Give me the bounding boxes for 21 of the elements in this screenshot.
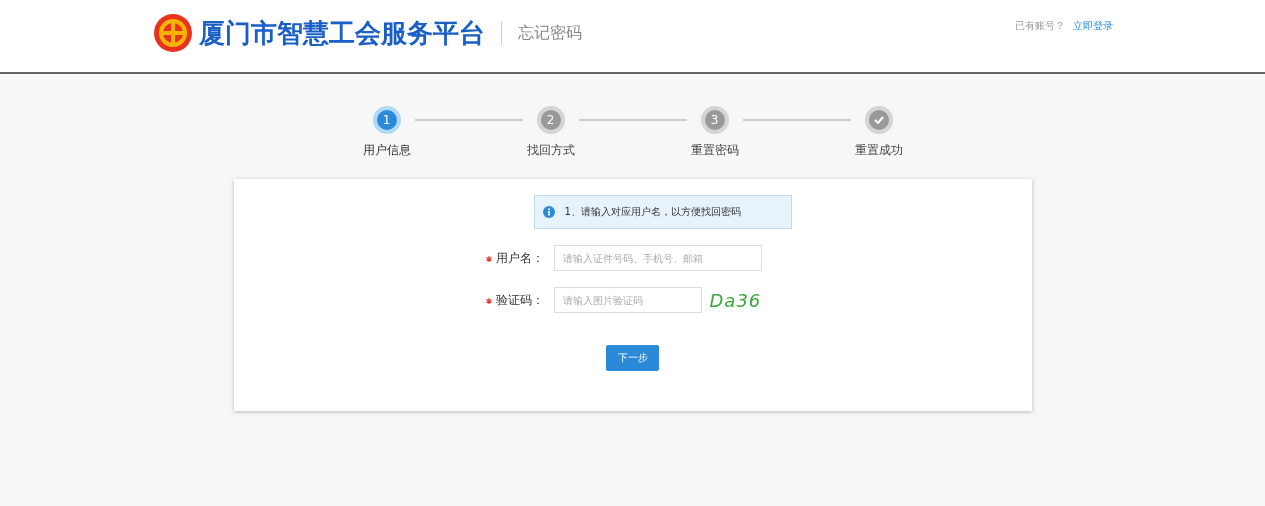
step-indicator: 3	[700, 106, 729, 134]
field-label: 用户名：	[477, 249, 544, 267]
step-label: 找回方式	[526, 142, 575, 159]
captcha-text[interactable]: Da36	[709, 289, 762, 311]
input-field[interactable]: 请输入图片验证码	[553, 287, 702, 313]
notice-text: 1、请输入对应用户名，以方便找回密码	[564, 205, 741, 219]
step-label: 用户信息	[362, 142, 411, 159]
page-title: 忘记密码	[517, 22, 582, 44]
account-prompt: 已有账号？	[1014, 19, 1065, 33]
info-icon	[542, 206, 555, 218]
field-label: 验证码：	[477, 291, 544, 309]
step-indicator: 1	[372, 106, 401, 134]
input-field[interactable]: 请输入证件号码、手机号、邮箱	[553, 245, 762, 271]
login-link[interactable]: 立即登录	[1072, 19, 1113, 33]
step-label: 重置密码	[690, 142, 739, 159]
site-title: 厦门市智慧工会服务平台	[198, 16, 485, 50]
check-icon	[873, 116, 884, 124]
next-button[interactable]: 下一步	[606, 345, 659, 371]
logo-icon	[152, 13, 193, 53]
step-indicator: 2	[536, 106, 565, 134]
step-label: 重置成功	[854, 142, 903, 159]
